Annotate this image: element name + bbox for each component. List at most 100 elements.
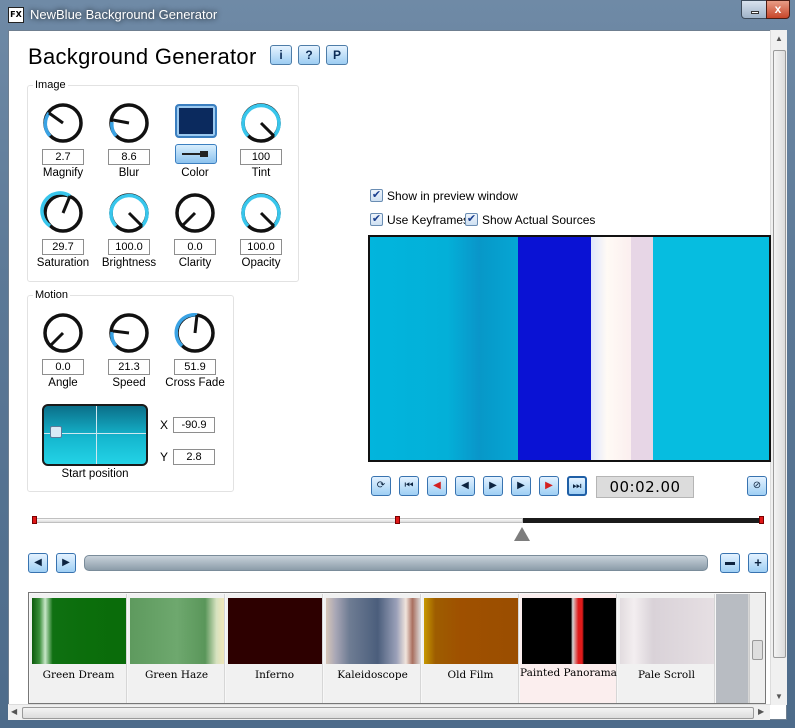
go-start-button[interactable]: ⏮ bbox=[399, 476, 419, 496]
timeline-track-dark bbox=[523, 518, 763, 523]
keyframe-marker[interactable] bbox=[395, 516, 400, 524]
step-forward-icon: ▶ bbox=[517, 480, 525, 491]
presets-next-button[interactable]: ▶ bbox=[56, 553, 76, 573]
blur-knob[interactable] bbox=[106, 100, 152, 146]
presets-prev-button[interactable]: ◀ bbox=[28, 553, 48, 573]
step-forward-button[interactable]: ▶ bbox=[511, 476, 531, 496]
vertical-scroll-thumb[interactable] bbox=[773, 50, 786, 658]
tint-value[interactable]: 100 bbox=[240, 149, 282, 165]
preset-thumbnail bbox=[130, 598, 224, 664]
scroll-down-icon[interactable]: ▼ bbox=[775, 692, 783, 701]
preset-name: Green Dream bbox=[42, 669, 115, 681]
scroll-left-icon[interactable]: ◀ bbox=[11, 707, 17, 716]
eyedropper-button[interactable] bbox=[175, 144, 217, 164]
help-button[interactable]: ? bbox=[298, 45, 320, 65]
cross-fade-knob[interactable] bbox=[172, 310, 218, 356]
preview-band bbox=[518, 237, 591, 460]
window-title: NewBlue Background Generator bbox=[30, 7, 218, 22]
preset-item[interactable]: Inferno bbox=[226, 594, 323, 703]
saturation-label: Saturation bbox=[36, 257, 90, 269]
saturation-knob[interactable] bbox=[40, 190, 86, 236]
show-sources-checkbox[interactable]: ✔ bbox=[465, 213, 478, 226]
angle-knob[interactable] bbox=[40, 310, 86, 356]
vertical-scrollbar[interactable]: ▲ ▼ bbox=[770, 30, 787, 705]
preset-item[interactable]: Kaleidoscope bbox=[324, 594, 421, 703]
preset-name: Old Film bbox=[447, 669, 494, 681]
opacity-value[interactable]: 100.0 bbox=[240, 239, 282, 255]
play-icon: ▶ bbox=[489, 480, 497, 491]
preset-thumbnail bbox=[326, 598, 420, 664]
magnify-knob[interactable] bbox=[40, 100, 86, 146]
preset-scroll-slider[interactable] bbox=[84, 555, 708, 571]
horizontal-scroll-thumb[interactable] bbox=[22, 707, 754, 719]
zoom-out-button[interactable]: ▬ bbox=[720, 553, 740, 573]
color-label: Color bbox=[181, 167, 209, 179]
saturation-value[interactable]: 29.7 bbox=[42, 239, 84, 255]
preset-thumbnail bbox=[620, 598, 714, 664]
preset-item[interactable]: Pale Scroll bbox=[618, 594, 715, 703]
y-value[interactable]: 2.8 bbox=[173, 449, 215, 465]
clarity-knob[interactable] bbox=[172, 190, 218, 236]
motion-group-label: Motion bbox=[33, 289, 71, 301]
close-button[interactable]: x bbox=[766, 0, 790, 19]
preset-button[interactable]: P bbox=[326, 45, 348, 65]
clarity-value[interactable]: 0.0 bbox=[174, 239, 216, 255]
angle-value[interactable]: 0.0 bbox=[42, 359, 84, 375]
skip-end-icon: ⏭ bbox=[572, 481, 582, 492]
preset-thumbnail bbox=[522, 598, 616, 664]
timeline-track bbox=[33, 518, 523, 523]
playhead-handle[interactable] bbox=[514, 527, 530, 541]
brightness-knob[interactable] bbox=[106, 190, 152, 236]
preset-scroll-thumb[interactable] bbox=[752, 640, 763, 660]
keyframe-marker[interactable] bbox=[32, 516, 37, 524]
info-button[interactable]: i bbox=[270, 45, 292, 65]
preset-name: Pale Scroll bbox=[638, 669, 695, 681]
y-label: Y bbox=[160, 450, 169, 464]
speed-knob[interactable] bbox=[106, 310, 152, 356]
brightness-value[interactable]: 100.0 bbox=[108, 239, 150, 255]
cross-fade-value[interactable]: 51.9 bbox=[174, 359, 216, 375]
horizontal-scrollbar[interactable]: ◀ ▶ bbox=[8, 704, 770, 720]
show-preview-checkbox[interactable]: ✔ bbox=[370, 189, 383, 202]
preset-item[interactable]: Green Dream bbox=[30, 594, 127, 703]
compass-button[interactable]: ⊘ bbox=[747, 476, 767, 496]
play-button[interactable]: ▶ bbox=[483, 476, 503, 496]
preset-item[interactable] bbox=[716, 594, 749, 703]
next-keyframe-button[interactable]: ▶ bbox=[539, 476, 559, 496]
minimize-icon bbox=[751, 11, 759, 14]
preset-item[interactable]: Old Film bbox=[422, 594, 519, 703]
preset-item[interactable]: Painted Panorama bbox=[520, 594, 617, 703]
start-position-pad[interactable] bbox=[42, 404, 148, 466]
scroll-right-icon[interactable]: ▶ bbox=[758, 707, 764, 716]
loop-button[interactable]: ⟳ bbox=[371, 476, 391, 496]
zoom-in-button[interactable]: + bbox=[748, 553, 768, 573]
color-swatch[interactable] bbox=[175, 104, 217, 138]
go-end-button[interactable]: ⏭ bbox=[567, 476, 587, 496]
keyframe-timeline[interactable] bbox=[32, 516, 764, 525]
tint-knob[interactable] bbox=[238, 100, 284, 146]
speed-value[interactable]: 21.3 bbox=[108, 359, 150, 375]
preset-scrollbar[interactable] bbox=[749, 594, 765, 703]
show-preview-label: Show in preview window bbox=[387, 189, 518, 203]
magnify-value[interactable]: 2.7 bbox=[42, 149, 84, 165]
brightness-label: Brightness bbox=[101, 257, 157, 269]
minimize-button[interactable] bbox=[741, 0, 767, 19]
use-keyframes-checkbox[interactable]: ✔ bbox=[370, 213, 383, 226]
blur-label: Blur bbox=[118, 167, 140, 179]
angle-label: Angle bbox=[48, 377, 78, 389]
opacity-knob[interactable] bbox=[238, 190, 284, 236]
blur-value[interactable]: 8.6 bbox=[108, 149, 150, 165]
preview-band bbox=[480, 237, 518, 460]
x-value[interactable]: -90.9 bbox=[173, 417, 215, 433]
start-position-handle[interactable] bbox=[50, 426, 62, 438]
page-title: Background Generator bbox=[28, 44, 257, 69]
scroll-up-icon[interactable]: ▲ bbox=[775, 34, 783, 43]
preset-name: Painted Panorama bbox=[520, 667, 617, 679]
step-back-button[interactable]: ◀ bbox=[455, 476, 475, 496]
prev-keyframe-button[interactable]: ◀ bbox=[427, 476, 447, 496]
arrow-right-icon: ▶ bbox=[62, 557, 70, 568]
keyframe-marker[interactable] bbox=[759, 516, 764, 524]
preset-item[interactable]: Green Haze bbox=[128, 594, 225, 703]
preset-thumbnail bbox=[32, 598, 126, 664]
minus-icon: ▬ bbox=[725, 557, 735, 568]
